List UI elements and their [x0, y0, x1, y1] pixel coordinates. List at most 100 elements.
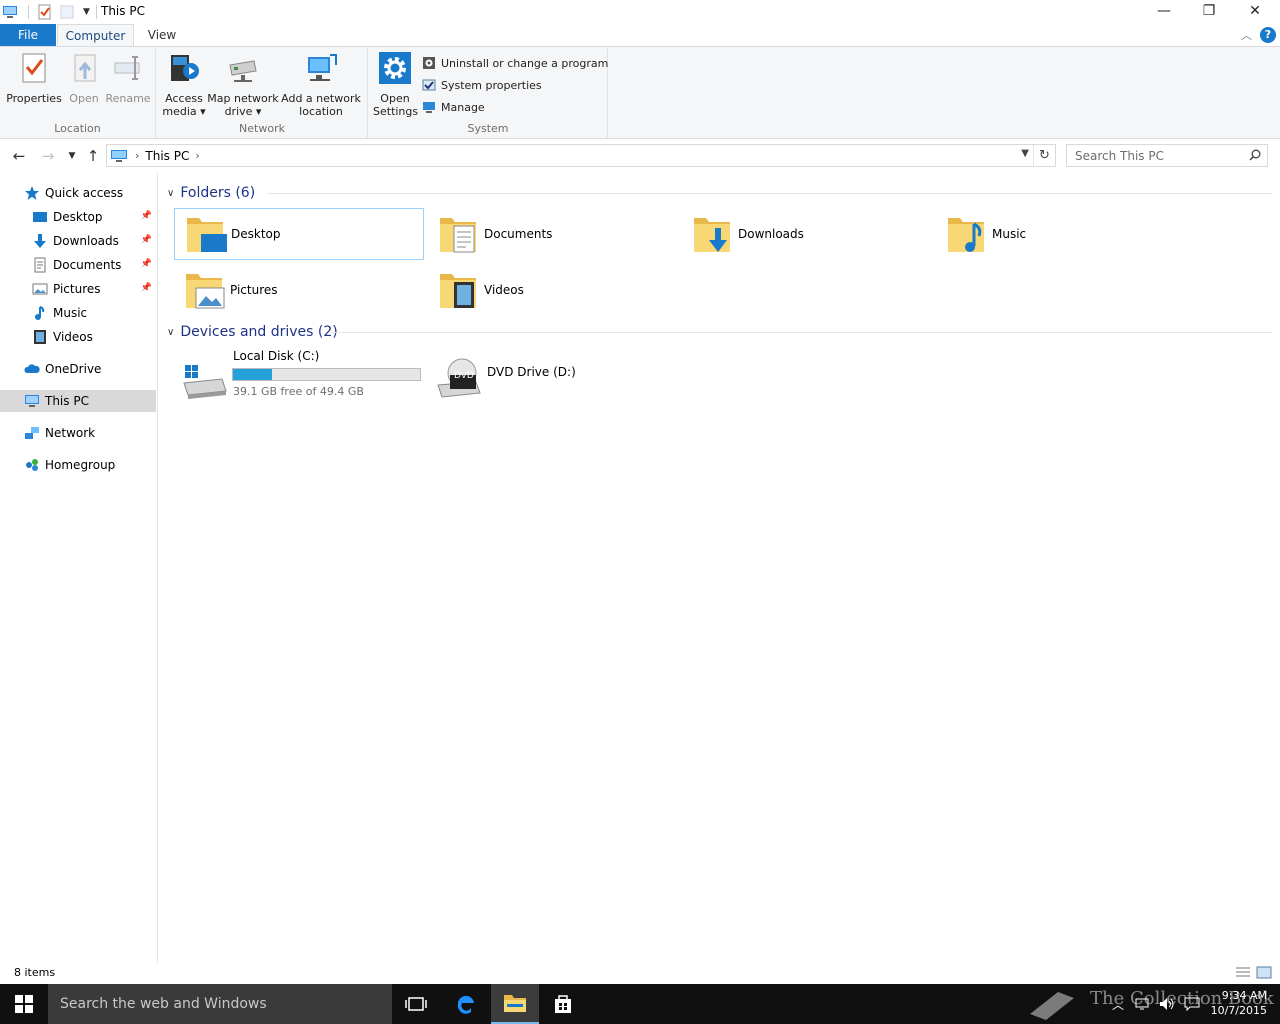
folder-tile-music[interactable]: Music	[936, 208, 1186, 260]
pin-icon[interactable]: 📌	[141, 283, 152, 293]
properties-button[interactable]: Properties	[6, 51, 62, 105]
tab-view[interactable]: View	[140, 24, 184, 46]
sidebar-item-desktop[interactable]: Desktop 📌	[0, 206, 156, 228]
cloud-icon	[24, 364, 40, 373]
new-folder-icon[interactable]	[59, 4, 75, 20]
refresh-icon[interactable]: ↻	[1033, 145, 1055, 166]
folders-group-header[interactable]: ∨ Folders (6)	[167, 182, 1272, 204]
network-status-icon[interactable]	[1134, 996, 1150, 1012]
store-button[interactable]	[539, 984, 587, 1024]
map-network-drive-button[interactable]: Map network drive ▾	[207, 51, 279, 118]
properties-label: Properties	[6, 92, 62, 105]
search-box[interactable]	[1066, 144, 1268, 167]
access-media-label-2: media ▾	[162, 105, 206, 118]
action-center-icon[interactable]	[1184, 996, 1200, 1012]
sidebar-item-quick-access[interactable]: Quick access	[0, 182, 156, 204]
tab-computer[interactable]: Computer	[57, 24, 134, 47]
status-bar: 8 items	[0, 963, 1280, 984]
minimize-button[interactable]: —	[1141, 0, 1187, 22]
desktop-icon	[33, 212, 47, 222]
folder-tile-desktop[interactable]: Desktop	[174, 208, 424, 260]
ribbon-group-network: Access media ▾ Map network drive ▾ Add a…	[157, 47, 368, 138]
search-icon[interactable]	[1249, 149, 1261, 161]
gear-icon	[379, 52, 411, 84]
network-icon	[25, 427, 39, 439]
open-button[interactable]: Open	[64, 51, 104, 105]
sidebar-item-homegroup[interactable]: Homegroup	[0, 454, 156, 476]
collapse-chevron-icon[interactable]: ∨	[167, 327, 174, 338]
access-media-icon	[171, 55, 199, 81]
videos-icon	[34, 330, 46, 344]
music-note-icon	[35, 306, 45, 320]
pin-icon[interactable]: 📌	[141, 211, 152, 221]
system-properties-label: System properties	[441, 78, 542, 92]
sidebar-item-music[interactable]: Music	[0, 302, 156, 324]
drive-usage-bar	[232, 368, 421, 381]
sidebar-item-label: OneDrive	[45, 362, 102, 376]
documents-folder-icon	[440, 218, 476, 253]
clock-date: 10/7/2015	[1210, 1004, 1267, 1017]
clock[interactable]: 9:34 AM 10/7/2015	[1211, 988, 1267, 1018]
volume-icon[interactable]	[1158, 996, 1176, 1012]
folder-tile-pictures[interactable]: Pictures	[174, 264, 424, 316]
sidebar-item-videos[interactable]: Videos	[0, 326, 156, 348]
ribbon-controls: ︿ ?	[1241, 27, 1276, 43]
drive-free-space: 39.1 GB free of 49.4 GB	[233, 385, 364, 398]
address-dropdown-icon[interactable]: ▼	[1021, 148, 1029, 159]
tab-file[interactable]: File	[0, 24, 56, 46]
breadcrumb-chevron-icon[interactable]: ›	[135, 149, 139, 162]
help-icon[interactable]: ?	[1260, 27, 1276, 43]
back-arrow-icon[interactable]: ←	[8, 146, 30, 166]
documents-icon	[34, 257, 46, 273]
drives-group-header[interactable]: ∨ Devices and drives (2)	[167, 321, 1272, 343]
navigation-pane: Quick access Desktop 📌 Downloads 📌 Docum…	[0, 173, 158, 963]
manage-button[interactable]: Manage	[422, 97, 485, 117]
sidebar-item-documents[interactable]: Documents 📌	[0, 254, 156, 276]
address-bar[interactable]: › This PC › ▼ ↻	[106, 144, 1056, 167]
pin-icon[interactable]: 📌	[141, 235, 152, 245]
pin-icon[interactable]: 📌	[141, 259, 152, 269]
search-input[interactable]	[1067, 145, 1237, 166]
clock-time: 9:34 AM	[1221, 989, 1267, 1002]
sidebar-item-pictures[interactable]: Pictures 📌	[0, 278, 156, 300]
breadcrumb-this-pc[interactable]: This PC	[145, 149, 189, 163]
rename-button[interactable]: Rename	[105, 51, 151, 105]
details-view-icon[interactable]	[1235, 966, 1251, 979]
computer-icon	[3, 6, 17, 18]
show-hidden-icons-icon[interactable]: ︿	[1112, 996, 1124, 1013]
task-view-button[interactable]	[392, 984, 440, 1024]
collapse-chevron-icon[interactable]: ∨	[167, 188, 174, 199]
recent-locations-chevron-icon[interactable]: ▼	[61, 146, 83, 166]
breadcrumb-chevron-icon[interactable]: ›	[195, 149, 199, 162]
edge-browser-button[interactable]	[442, 984, 490, 1024]
start-button[interactable]	[0, 984, 48, 1024]
uninstall-program-button[interactable]: Uninstall or change a program	[422, 53, 608, 73]
sidebar-item-onedrive[interactable]: OneDrive	[0, 358, 156, 380]
sidebar-item-this-pc[interactable]: This PC	[0, 390, 156, 412]
drive-tile-c[interactable]: Local Disk (C:) 39.1 GB free of 49.4 GB	[176, 349, 426, 405]
folder-tile-downloads[interactable]: Downloads	[682, 208, 932, 260]
minimize-ribbon-icon[interactable]: ︿	[1241, 27, 1252, 43]
file-explorer-button[interactable]	[491, 984, 539, 1024]
folder-tile-videos[interactable]: Videos	[428, 264, 678, 316]
uninstall-label: Uninstall or change a program	[441, 56, 609, 70]
folder-tile-documents[interactable]: Documents	[428, 208, 678, 260]
forward-arrow-icon[interactable]: →	[37, 146, 59, 166]
properties-check-icon[interactable]	[37, 4, 53, 20]
add-network-location-button[interactable]: Add a network location	[281, 51, 361, 118]
sidebar-item-downloads[interactable]: Downloads 📌	[0, 230, 156, 252]
sidebar-item-network[interactable]: Network	[0, 422, 156, 444]
customize-toolbar-dropdown[interactable]: ▼	[83, 7, 90, 17]
restore-button[interactable]: ❐	[1186, 0, 1232, 22]
sidebar-item-label: Downloads	[53, 234, 119, 248]
taskbar-search-box[interactable]: Search the web and Windows	[48, 984, 392, 1024]
sidebar-item-label: Music	[53, 306, 88, 320]
large-icons-view-icon[interactable]	[1256, 966, 1272, 979]
open-settings-button[interactable]: Open Settings	[373, 51, 418, 118]
videos-folder-icon	[440, 274, 476, 308]
drive-tile-d[interactable]: DVD DVD Drive (D:)	[430, 349, 680, 405]
up-arrow-icon[interactable]: ↑	[82, 146, 104, 166]
access-media-button[interactable]: Access media ▾	[161, 51, 207, 118]
close-button[interactable]: ✕	[1232, 0, 1278, 22]
system-properties-button[interactable]: System properties	[422, 75, 542, 95]
